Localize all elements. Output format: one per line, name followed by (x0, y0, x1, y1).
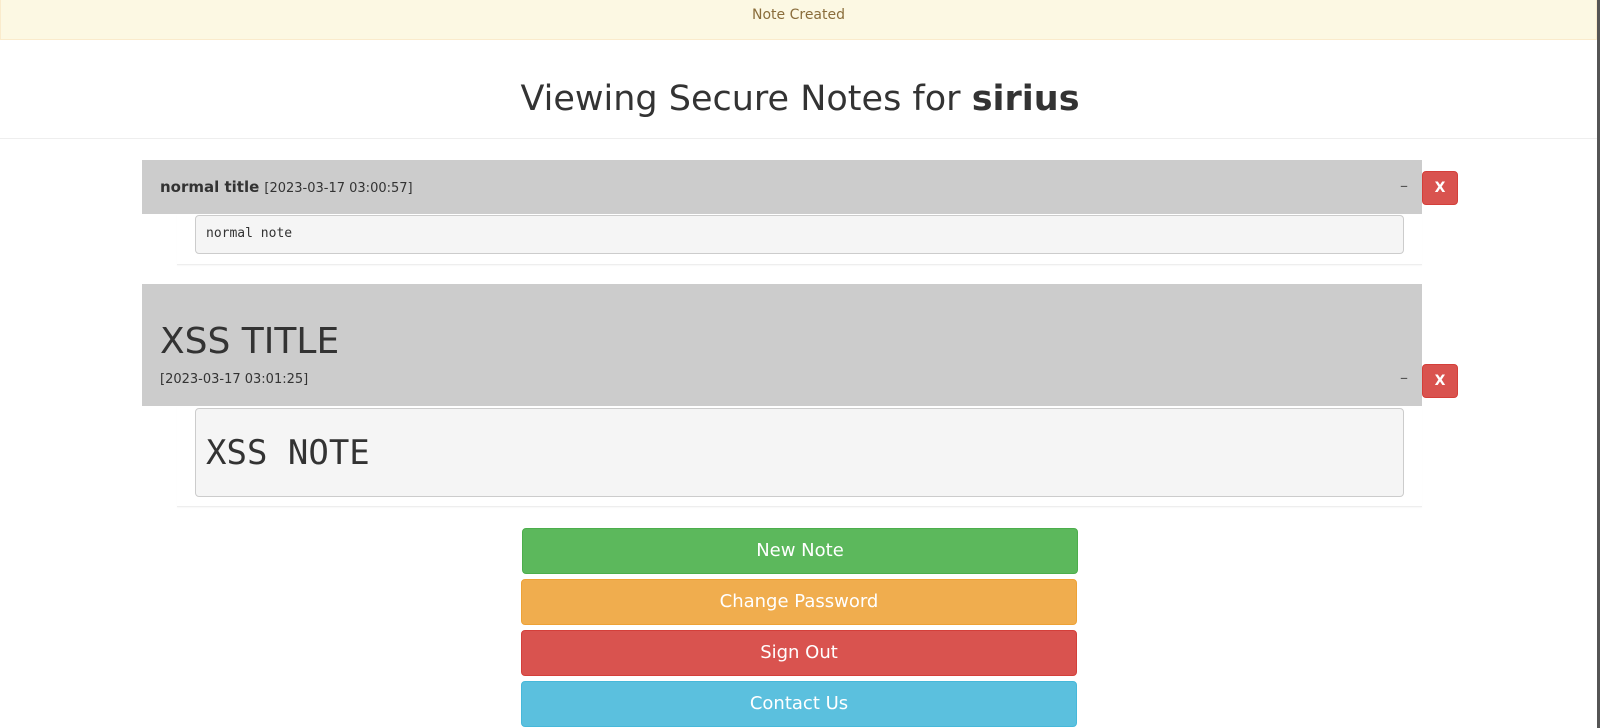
note-timestamp: [2023-03-17 03:00:57] (264, 181, 413, 196)
page-title-username: sirius (971, 79, 1080, 119)
page-title-prefix: Viewing Secure Notes for (520, 79, 961, 119)
note-content: XSS NOTE (195, 408, 1404, 497)
note-header[interactable]: normal title [2023-03-17 03:00:57] – (142, 160, 1422, 214)
delete-note-button[interactable]: X (1422, 364, 1458, 398)
collapse-icon[interactable]: – (1400, 368, 1408, 387)
page-title: Viewing Secure Notes for sirius (0, 78, 1600, 120)
note-title: normal title (160, 178, 260, 196)
note-created-alert: Note Created (0, 0, 1597, 40)
change-password-button[interactable]: Change Password (521, 579, 1077, 625)
collapse-icon[interactable]: – (1400, 176, 1408, 195)
note-title: XSS TITLE (160, 321, 340, 362)
note-header[interactable]: XSS TITLE [2023-03-17 03:01:25] – (142, 284, 1422, 406)
note-content: normal note (195, 215, 1404, 254)
note-heading: normal title [2023-03-17 03:00:57] (160, 177, 413, 196)
contact-us-button[interactable]: Contact Us (521, 681, 1077, 727)
note-body: XSS NOTE (177, 406, 1422, 507)
sign-out-button[interactable]: Sign Out (521, 630, 1077, 676)
new-note-button[interactable]: New Note (522, 528, 1078, 574)
title-divider (0, 138, 1597, 139)
note-body: normal note (177, 214, 1422, 265)
delete-note-button[interactable]: X (1422, 171, 1458, 205)
note-timestamp: [2023-03-17 03:01:25] (160, 372, 309, 387)
alert-message: Note Created (752, 7, 845, 23)
